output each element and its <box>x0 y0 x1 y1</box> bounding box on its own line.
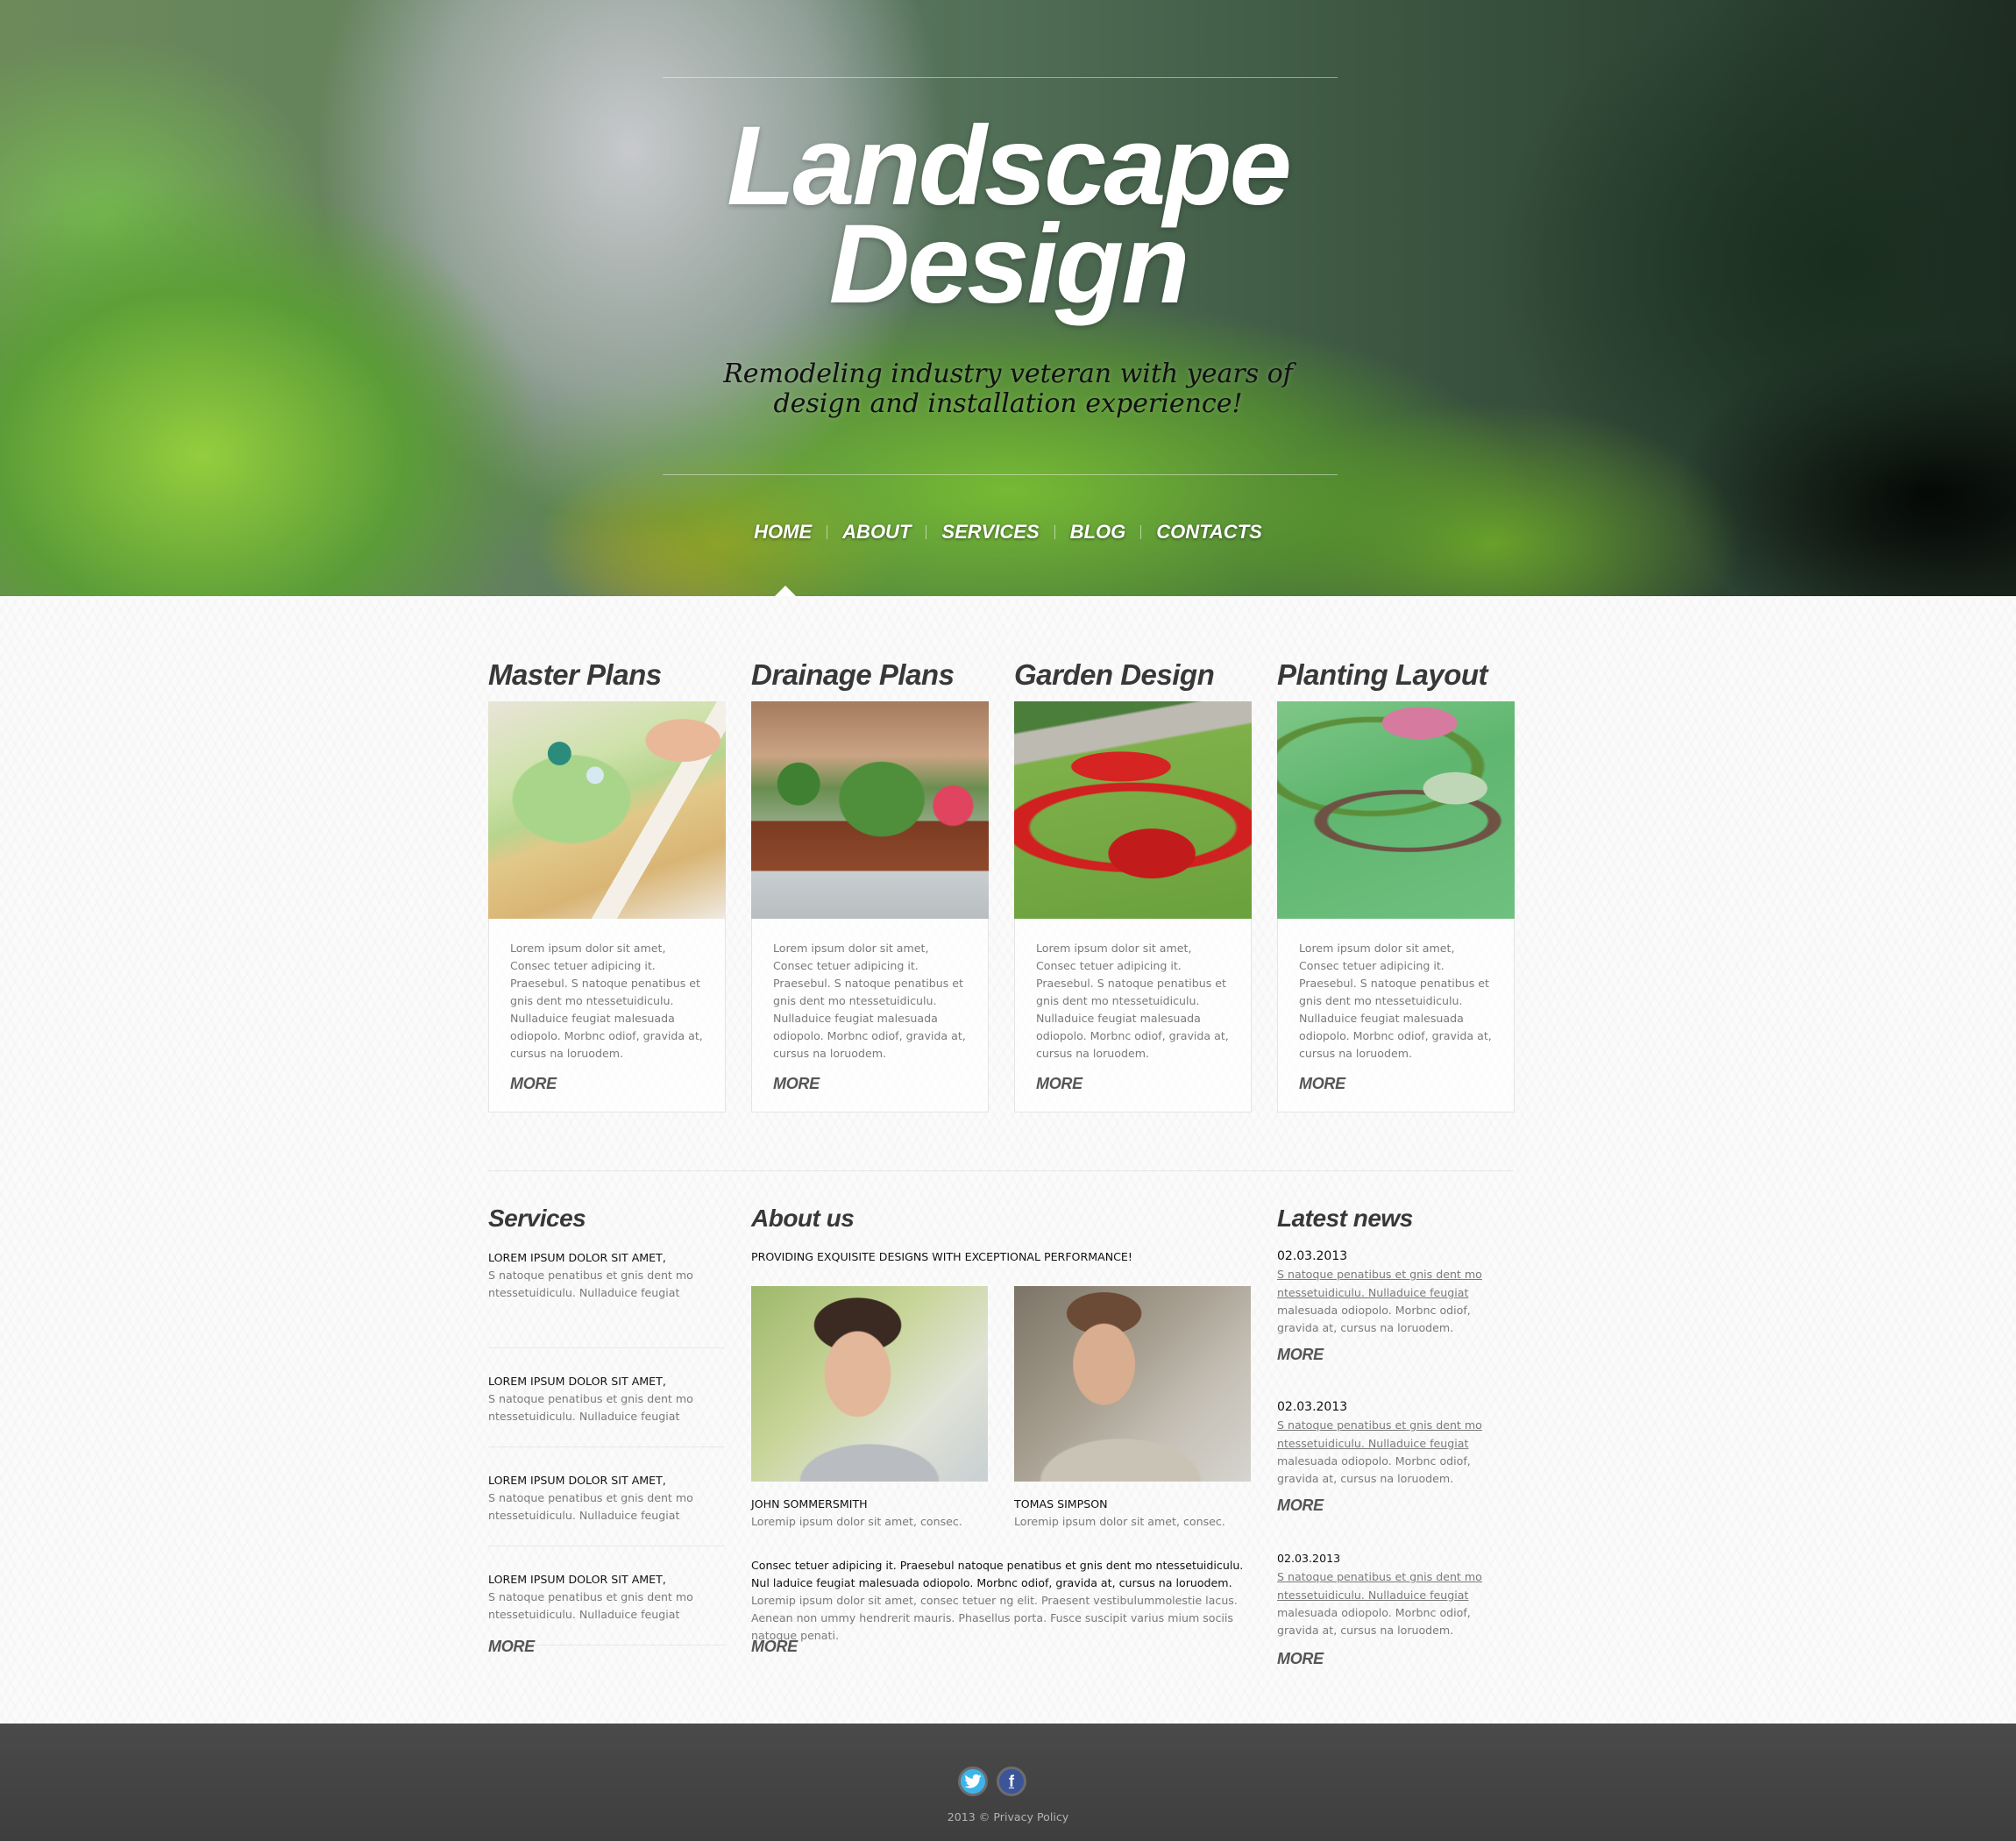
about-more-link[interactable]: MORE <box>751 1638 798 1656</box>
team-member-tomas: TOMAS SIMPSON Loremip ipsum dolor sit am… <box>1014 1286 1251 1531</box>
about-text: Consec tetuer adipicing it. Praesebul na… <box>751 1557 1251 1645</box>
feature-card-planting-layout: Planting Layout Lorem ipsum dolor sit am… <box>1277 656 1516 1112</box>
hero-header: Landscape Design Remodeling industry vet… <box>0 0 2016 596</box>
service-heading: LOREM IPSUM DOLOR SIT AMET, <box>488 1573 666 1586</box>
service-heading: LOREM IPSUM DOLOR SIT AMET, <box>488 1251 666 1264</box>
about-title: About us <box>751 1205 855 1232</box>
feature-image-planters[interactable] <box>751 701 989 919</box>
news-more-link[interactable]: MORE <box>1277 1346 1324 1364</box>
twitter-icon[interactable] <box>958 1766 988 1796</box>
section-divider <box>488 1170 1514 1171</box>
feature-title: Planting Layout <box>1277 658 1488 691</box>
team-member-name: JOHN SOMMERSMITH <box>751 1497 868 1510</box>
news-more-link[interactable]: MORE <box>1277 1650 1324 1668</box>
active-nav-indicator <box>775 586 796 596</box>
nav-home[interactable]: HOME <box>739 521 827 544</box>
service-text: S natoque penatibus et gnis dent mo ntes… <box>488 1392 693 1423</box>
feature-card-master-plans: Master Plans Lorem ipsum dolor sit amet,… <box>488 656 727 1112</box>
news-text: malesuada odiopolo. Morbnc odiof, gravid… <box>1277 1304 1471 1334</box>
news-date: 02.03.2013 <box>1277 1400 1348 1414</box>
nav-contacts[interactable]: CONTACTS <box>1141 521 1277 544</box>
service-heading: LOREM IPSUM DOLOR SIT AMET, <box>488 1474 666 1487</box>
hero-top-divider <box>663 77 1338 78</box>
feature-image-flower-beds[interactable] <box>1014 701 1252 919</box>
site-title-line2: Design <box>828 202 1190 327</box>
feature-body: Lorem ipsum dolor sit amet, Consec tetue… <box>488 919 726 1112</box>
facebook-glyph: f <box>1009 1772 1014 1790</box>
about-tagline: PROVIDING EXQUISITE DESIGNS WITH EXCEPTI… <box>751 1250 1132 1263</box>
news-link[interactable]: S natoque penatibus et gnis dent mo ntes… <box>1277 1418 1482 1450</box>
feature-more-link[interactable]: MORE <box>510 1075 557 1093</box>
team-member-photo[interactable] <box>751 1286 988 1482</box>
copyright-text: 2013 © Privacy Policy <box>0 1810 2016 1823</box>
feature-card-garden-design: Garden Design Lorem ipsum dolor sit amet… <box>1014 656 1253 1112</box>
about-text-dark: Consec tetuer adipicing it. Praesebul na… <box>751 1559 1244 1589</box>
feature-text: Lorem ipsum dolor sit amet, Consec tetue… <box>1036 942 1229 1060</box>
services-more-link[interactable]: MORE <box>488 1638 535 1656</box>
feature-image-landscape-plan[interactable] <box>488 701 726 919</box>
nav-services[interactable]: SERVICES <box>926 521 1054 544</box>
feature-more-link[interactable]: MORE <box>1036 1075 1083 1093</box>
news-date: 02.03.2013 <box>1277 1552 1341 1565</box>
about-text-light: Loremip ipsum dolor sit amet, consec tet… <box>751 1594 1238 1642</box>
footer: f 2013 © Privacy Policy <box>0 1724 2016 1841</box>
service-heading: LOREM IPSUM DOLOR SIT AMET, <box>488 1375 666 1388</box>
service-item: LOREM IPSUM DOLOR SIT AMET, S natoque pe… <box>488 1447 725 1546</box>
news-title: Latest news <box>1277 1205 1413 1232</box>
service-item: LOREM IPSUM DOLOR SIT AMET, S natoque pe… <box>488 1249 725 1348</box>
news-text: malesuada odiopolo. Morbnc odiof, gravid… <box>1277 1606 1471 1637</box>
twitter-bird-glyph <box>964 1774 982 1788</box>
nav-about[interactable]: ABOUT <box>827 521 926 544</box>
services-list: LOREM IPSUM DOLOR SIT AMET, S natoque pe… <box>488 1249 725 1646</box>
feature-more-link[interactable]: MORE <box>1299 1075 1345 1093</box>
feature-card-drainage-plans: Drainage Plans Lorem ipsum dolor sit ame… <box>751 656 990 1112</box>
news-item: 02.03.2013 S natoque penatibus et gnis d… <box>1277 1550 1514 1668</box>
feature-text: Lorem ipsum dolor sit amet, Consec tetue… <box>773 942 966 1060</box>
news-more-link[interactable]: MORE <box>1277 1496 1324 1515</box>
nav-blog[interactable]: BLOG <box>1055 521 1141 544</box>
hero-subtitle-line1: Remodeling industry veteran with years o… <box>723 359 1293 389</box>
feature-text: Lorem ipsum dolor sit amet, Consec tetue… <box>510 942 703 1060</box>
feature-image-hedge-garden[interactable] <box>1277 701 1515 919</box>
facebook-icon[interactable]: f <box>997 1766 1026 1796</box>
main-nav: HOME ABOUT SERVICES BLOG CONTACTS <box>0 521 2016 544</box>
hero-subtitle: Remodeling industry veteran with years o… <box>0 359 2016 419</box>
services-title: Services <box>488 1205 586 1232</box>
team-member-desc: Loremip ipsum dolor sit amet, consec. <box>1014 1515 1225 1528</box>
news-item: 02.03.2013 S natoque penatibus et gnis d… <box>1277 1247 1514 1364</box>
feature-body: Lorem ipsum dolor sit amet, Consec tetue… <box>751 919 989 1112</box>
service-item: LOREM IPSUM DOLOR SIT AMET, S natoque pe… <box>488 1348 725 1447</box>
feature-body: Lorem ipsum dolor sit amet, Consec tetue… <box>1014 919 1252 1112</box>
news-link[interactable]: S natoque penatibus et gnis dent mo ntes… <box>1277 1570 1482 1602</box>
team-member-desc: Loremip ipsum dolor sit amet, consec. <box>751 1515 962 1528</box>
social-links: f <box>958 1766 1026 1796</box>
feature-more-link[interactable]: MORE <box>773 1075 820 1093</box>
feature-text: Lorem ipsum dolor sit amet, Consec tetue… <box>1299 942 1492 1060</box>
privacy-policy-link[interactable]: 2013 © Privacy Policy <box>948 1810 1068 1823</box>
news-item: 02.03.2013 S natoque penatibus et gnis d… <box>1277 1398 1514 1515</box>
team-member-photo[interactable] <box>1014 1286 1251 1482</box>
service-text: S natoque penatibus et gnis dent mo ntes… <box>488 1269 693 1299</box>
team-member-john: JOHN SOMMERSMITH Loremip ipsum dolor sit… <box>751 1286 988 1531</box>
news-date: 02.03.2013 <box>1277 1249 1348 1263</box>
hero-subtitle-line2: design and installation experience! <box>773 388 1243 419</box>
team-member-name: TOMAS SIMPSON <box>1014 1497 1108 1510</box>
service-text: S natoque penatibus et gnis dent mo ntes… <box>488 1491 693 1522</box>
hero-bottom-divider <box>663 474 1338 475</box>
service-item: LOREM IPSUM DOLOR SIT AMET, S natoque pe… <box>488 1546 725 1646</box>
feature-title: Garden Design <box>1014 658 1215 691</box>
service-text: S natoque penatibus et gnis dent mo ntes… <box>488 1590 693 1621</box>
news-text: malesuada odiopolo. Morbnc odiof, gravid… <box>1277 1454 1471 1485</box>
feature-body: Lorem ipsum dolor sit amet, Consec tetue… <box>1277 919 1515 1112</box>
news-link[interactable]: S natoque penatibus et gnis dent mo ntes… <box>1277 1268 1482 1299</box>
feature-title: Master Plans <box>488 658 662 691</box>
feature-title: Drainage Plans <box>751 658 955 691</box>
